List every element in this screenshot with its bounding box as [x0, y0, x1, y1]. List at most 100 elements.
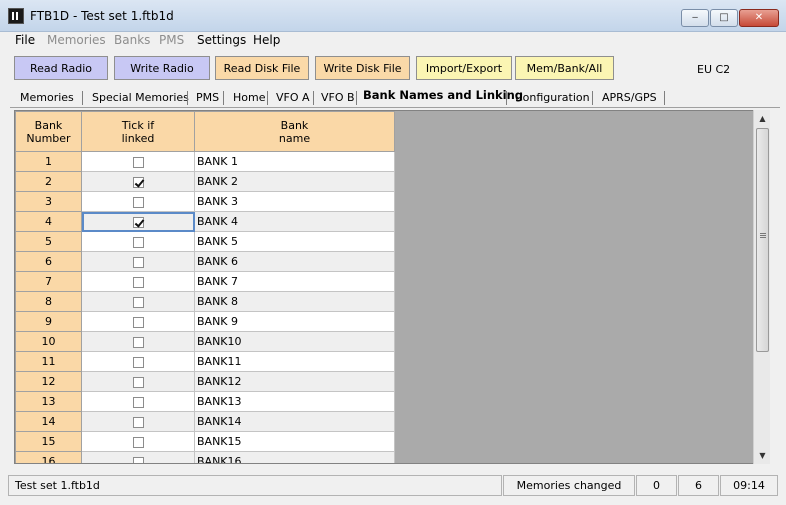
import-export-button[interactable]: Import/Export	[416, 56, 512, 80]
bank-name-cell[interactable]: BANK 4	[194, 211, 395, 232]
link-checkbox[interactable]	[132, 196, 144, 208]
close-button[interactable]: ✕	[739, 9, 779, 27]
status-count-a: 0	[636, 475, 677, 496]
status-time: 09:14	[720, 475, 778, 496]
link-checkbox[interactable]	[132, 176, 144, 188]
link-checkbox[interactable]	[132, 296, 144, 308]
link-checkbox[interactable]	[132, 216, 144, 228]
tab-aprs-gps[interactable]: APRS/GPS	[602, 91, 657, 104]
write-radio-button[interactable]: Write Radio	[114, 56, 210, 80]
minimize-button[interactable]: ‒	[681, 9, 709, 27]
bank-name-cell[interactable]: BANK 1	[194, 151, 395, 172]
bank-name-cell[interactable]: BANK15	[194, 431, 395, 452]
bank-name-cell[interactable]: BANK 2	[194, 171, 395, 192]
link-checkbox-cell[interactable]	[81, 311, 195, 332]
menu-help[interactable]: Help	[253, 33, 280, 47]
table-row[interactable]: 3 BANK 3	[15, 191, 395, 212]
link-checkbox[interactable]	[132, 256, 144, 268]
bank-name-cell[interactable]: BANK13	[194, 391, 395, 412]
radio-app-icon[interactable]	[8, 8, 24, 24]
link-checkbox-cell[interactable]	[81, 291, 195, 312]
tab-special-memories[interactable]: Special Memories	[92, 91, 189, 104]
scroll-thumb[interactable]	[756, 128, 769, 352]
link-checkbox-cell[interactable]	[81, 251, 195, 272]
tab-memories[interactable]: Memories	[20, 91, 74, 104]
scroll-down-arrow-icon[interactable]: ▼	[754, 447, 771, 464]
menu-file[interactable]: File	[15, 33, 35, 47]
table-row[interactable]: 7 BANK 7	[15, 271, 395, 292]
table-row[interactable]: 15 BANK15	[15, 431, 395, 452]
link-checkbox[interactable]	[132, 436, 144, 448]
link-checkbox[interactable]	[132, 356, 144, 368]
link-checkbox[interactable]	[132, 236, 144, 248]
tab-home[interactable]: Home	[233, 91, 265, 104]
bank-name-cell[interactable]: BANK 3	[194, 191, 395, 212]
tab-vfo-b[interactable]: VFO B	[321, 91, 355, 104]
bank-name-cell[interactable]: BANK 9	[194, 311, 395, 332]
link-checkbox[interactable]	[132, 276, 144, 288]
bank-name-cell[interactable]: BANK11	[194, 351, 395, 372]
menu-banks[interactable]: Banks	[114, 33, 150, 47]
table-row[interactable]: 9 BANK 9	[15, 311, 395, 332]
bank-number-cell: 3	[15, 191, 82, 212]
table-row[interactable]: 10 BANK10	[15, 331, 395, 352]
table-row[interactable]: 5 BANK 5	[15, 231, 395, 252]
table-row[interactable]: 14 BANK14	[15, 411, 395, 432]
bank-name-cell[interactable]: BANK 8	[194, 291, 395, 312]
maximize-button[interactable]: □	[710, 9, 738, 27]
link-checkbox[interactable]	[132, 416, 144, 428]
link-checkbox-cell[interactable]	[81, 431, 195, 452]
table-row[interactable]: 8 BANK 8	[15, 291, 395, 312]
bank-grid[interactable]: Bank Number Tick if linked Bank name 1 BANK …	[14, 110, 768, 464]
table-row[interactable]: 6 BANK 6	[15, 251, 395, 272]
bank-name-cell[interactable]: BANK 5	[194, 231, 395, 252]
tab-bank-names-and-linking[interactable]: Bank Names and Linking	[363, 88, 523, 102]
tab-pms[interactable]: PMS	[196, 91, 219, 104]
table-row[interactable]: 1 BANK 1	[15, 151, 395, 172]
link-checkbox[interactable]	[132, 316, 144, 328]
link-checkbox-cell[interactable]	[81, 191, 195, 212]
link-checkbox[interactable]	[132, 156, 144, 168]
bank-name-cell[interactable]: BANK16	[194, 451, 395, 463]
read-radio-button[interactable]: Read Radio	[14, 56, 108, 80]
link-checkbox[interactable]	[132, 376, 144, 388]
menu-settings[interactable]: Settings	[197, 33, 246, 47]
table-row[interactable]: 12 BANK12	[15, 371, 395, 392]
window-title: FTB1D - Test set 1.ftb1d	[30, 9, 174, 23]
menu-pms[interactable]: PMS	[159, 33, 184, 47]
link-checkbox[interactable]	[132, 396, 144, 408]
link-checkbox[interactable]	[132, 336, 144, 348]
menu-memories[interactable]: Memories	[47, 33, 106, 47]
table-row[interactable]: 2 BANK 2	[15, 171, 395, 192]
link-checkbox[interactable]	[132, 456, 144, 463]
bank-name-cell[interactable]: BANK10	[194, 331, 395, 352]
link-checkbox-cell[interactable]	[81, 451, 195, 463]
bank-name-cell[interactable]: BANK 6	[194, 251, 395, 272]
tab-vfo-a[interactable]: VFO A	[276, 91, 310, 104]
write-disk-file-button[interactable]: Write Disk File	[315, 56, 410, 80]
link-checkbox-cell[interactable]	[81, 151, 195, 172]
read-disk-file-button[interactable]: Read Disk File	[215, 56, 309, 80]
table-row[interactable]: 16 BANK16	[15, 451, 395, 463]
bank-name-header: Bank name	[194, 111, 395, 152]
scroll-up-arrow-icon[interactable]: ▲	[754, 110, 771, 127]
link-checkbox-cell[interactable]	[81, 411, 195, 432]
link-checkbox-cell[interactable]	[81, 331, 195, 352]
table-row[interactable]: 11 BANK11	[15, 351, 395, 372]
link-checkbox-cell[interactable]	[81, 351, 195, 372]
link-checkbox-cell[interactable]	[81, 371, 195, 392]
bank-name-cell[interactable]: BANK14	[194, 411, 395, 432]
bank-name-cell[interactable]: BANK 7	[194, 271, 395, 292]
table-row[interactable]: 4 BANK 4	[15, 211, 395, 232]
link-checkbox-cell[interactable]	[81, 391, 195, 412]
link-checkbox-cell[interactable]	[81, 231, 195, 252]
vertical-scrollbar[interactable]: ▲ ▼	[753, 110, 770, 464]
link-checkbox-cell[interactable]	[81, 171, 195, 192]
link-checkbox-cell[interactable]	[81, 271, 195, 292]
bank-name-cell[interactable]: BANK12	[194, 371, 395, 392]
tick-if-linked-header: Tick if linked	[81, 111, 195, 152]
mem-bank-all-button[interactable]: Mem/Bank/All	[515, 56, 614, 80]
table-row[interactable]: 13 BANK13	[15, 391, 395, 412]
tab-configuration[interactable]: Configuration	[515, 91, 590, 104]
link-checkbox-cell[interactable]	[81, 211, 195, 232]
